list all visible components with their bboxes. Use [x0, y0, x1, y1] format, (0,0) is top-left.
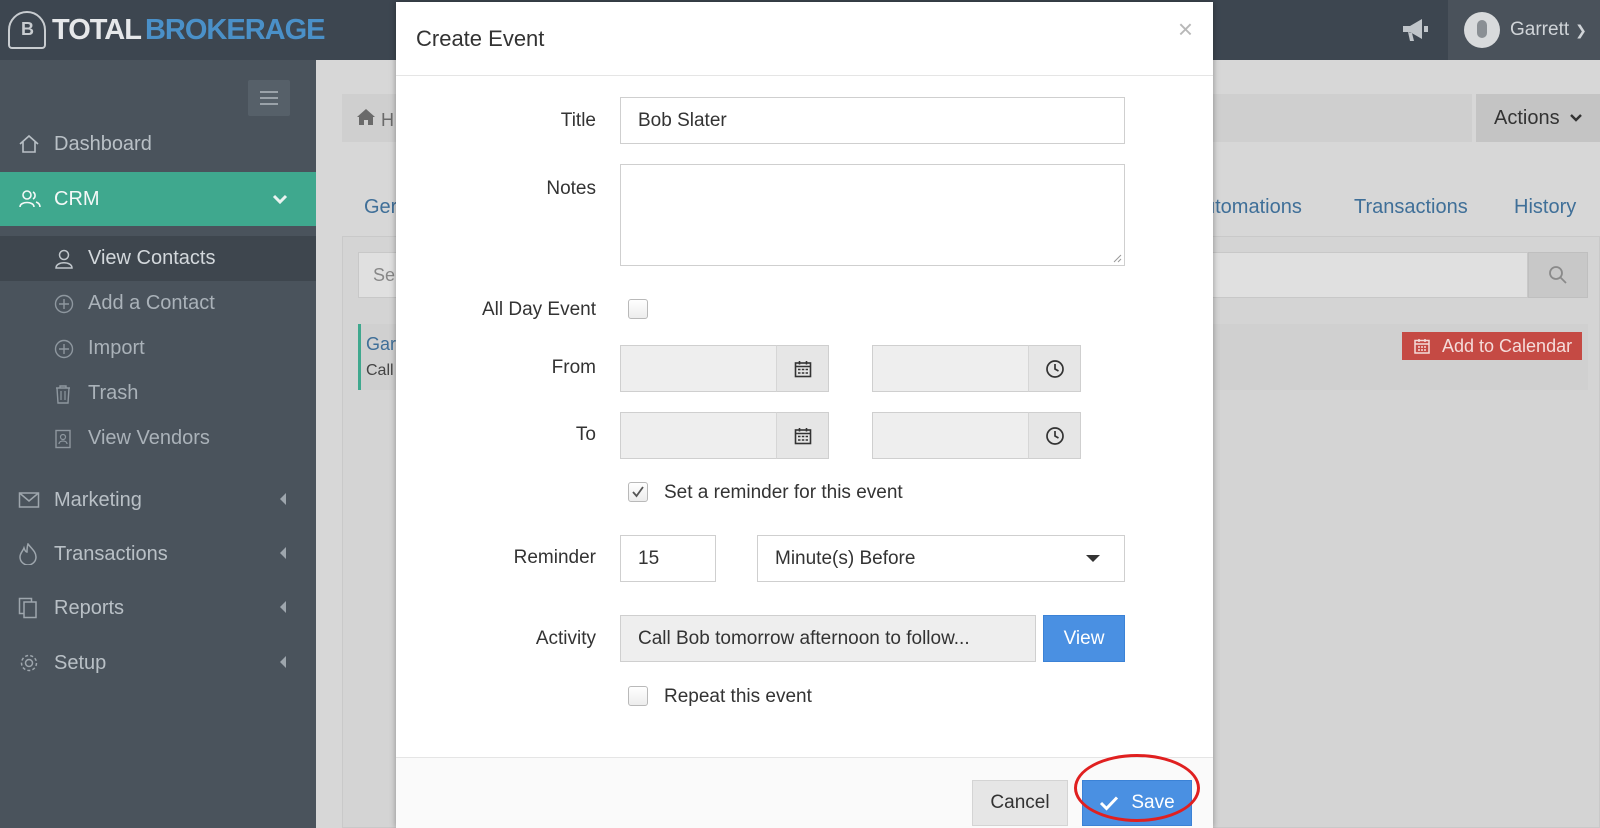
avatar	[1464, 12, 1500, 48]
notes-label: Notes	[546, 178, 596, 199]
breadcrumb-home[interactable]: H	[356, 108, 394, 131]
address-book-icon	[54, 429, 88, 449]
set-reminder-label[interactable]: Set a reminder for this event	[664, 482, 903, 504]
tab-automations[interactable]: utomations	[1204, 196, 1302, 219]
to-date-picker-button[interactable]	[776, 412, 829, 459]
search-icon	[1549, 266, 1567, 284]
actions-dropdown-button[interactable]: Actions	[1476, 94, 1600, 142]
create-event-modal: Create Event × Title Bob Slater Notes Al…	[396, 2, 1213, 828]
activity-contact-name[interactable]: Gar	[366, 334, 396, 355]
modal-header: Create Event ×	[396, 2, 1213, 76]
trash-icon	[54, 384, 88, 404]
resize-handle-icon[interactable]	[1112, 253, 1122, 263]
clock-icon	[1045, 359, 1064, 378]
reminder-amount-input[interactable]: 15	[620, 535, 716, 582]
set-reminder-checkbox[interactable]	[628, 482, 648, 502]
tab-general[interactable]: Ger	[364, 196, 397, 219]
home-icon	[357, 109, 375, 125]
reminder-unit-select[interactable]: Minute(s) Before	[757, 535, 1125, 582]
title-input[interactable]: Bob Slater	[620, 97, 1125, 144]
sidebar-item-setup[interactable]: Setup	[0, 636, 316, 690]
checkmark-icon	[632, 486, 644, 498]
save-highlight-annotation	[1074, 754, 1200, 822]
to-time-picker-button[interactable]	[1028, 412, 1081, 459]
caret-down-icon	[1086, 555, 1100, 562]
chevron-left-icon	[278, 655, 288, 672]
from-date-input[interactable]	[620, 345, 777, 392]
brand-name-part1: TOTAL	[52, 13, 142, 46]
brand-name-part2: BROKERAGE	[144, 13, 326, 46]
sidebar-item-view-contacts[interactable]: View Contacts	[0, 236, 316, 281]
notes-textarea[interactable]	[620, 164, 1125, 266]
modal-title: Create Event	[416, 26, 545, 51]
from-label: From	[551, 357, 596, 378]
activity-input: Call Bob tomorrow afternoon to follow...	[620, 615, 1036, 662]
sidebar-item-add-contact[interactable]: Add a Contact	[0, 281, 316, 326]
documents-icon	[18, 597, 48, 619]
from-time-picker-button[interactable]	[1028, 345, 1081, 392]
chevron-left-icon	[278, 600, 288, 617]
close-icon[interactable]: ×	[1178, 16, 1193, 42]
view-activity-button[interactable]: View	[1043, 615, 1125, 662]
user-name: Garrett	[1510, 19, 1570, 40]
cancel-button[interactable]: Cancel	[972, 780, 1068, 826]
chevron-down-icon	[272, 191, 288, 207]
tab-transactions[interactable]: Transactions	[1354, 196, 1468, 219]
chevron-down-icon	[1569, 111, 1582, 125]
user-icon	[54, 249, 88, 269]
to-time-input[interactable]	[872, 412, 1029, 459]
activity-label: Activity	[535, 628, 596, 649]
user-menu[interactable]: Garrett ❯	[1448, 0, 1600, 60]
to-label: To	[575, 424, 596, 445]
plus-circle-icon	[54, 294, 88, 314]
repeat-event-label[interactable]: Repeat this event	[664, 686, 812, 708]
house-logo-icon: B	[8, 11, 46, 49]
calendar-icon	[794, 360, 811, 377]
plus-circle-icon	[54, 339, 88, 359]
sidebar-item-dashboard[interactable]: Dashboard	[0, 117, 316, 171]
users-icon	[18, 189, 48, 209]
activity-description: Call	[366, 362, 394, 379]
sidebar-item-trash[interactable]: Trash	[0, 371, 316, 416]
all-day-label: All Day Event	[481, 299, 596, 320]
clock-icon	[1045, 426, 1064, 445]
from-time-input[interactable]	[872, 345, 1029, 392]
sidebar-item-view-vendors[interactable]: View Vendors	[0, 416, 316, 461]
chevron-left-icon	[278, 546, 288, 563]
to-date-input[interactable]	[620, 412, 777, 459]
chevron-down-icon: ❯	[1575, 21, 1587, 38]
add-to-calendar-button[interactable]: Add to Calendar	[1402, 332, 1582, 360]
reminder-label: Reminder	[513, 547, 596, 568]
search-button[interactable]	[1528, 252, 1588, 298]
sidebar-item-import[interactable]: Import	[0, 326, 316, 371]
tab-history[interactable]: History	[1514, 196, 1576, 219]
sidebar-item-crm[interactable]: CRM	[0, 172, 316, 226]
from-date-picker-button[interactable]	[776, 345, 829, 392]
envelope-icon	[18, 491, 48, 509]
menu-toggle-button[interactable]	[248, 80, 290, 116]
repeat-event-checkbox[interactable]	[628, 686, 648, 706]
sidebar-item-transactions[interactable]: Transactions	[0, 527, 316, 581]
gear-icon	[18, 652, 48, 674]
brand-logo[interactable]: B TOTAL BROKERAGE	[8, 10, 326, 50]
sidebar-item-marketing[interactable]: Marketing	[0, 473, 316, 527]
all-day-checkbox[interactable]	[628, 299, 648, 319]
fire-icon	[18, 543, 48, 565]
home-icon	[18, 134, 48, 154]
calendar-icon	[1414, 338, 1430, 354]
megaphone-icon[interactable]	[1400, 16, 1430, 44]
chevron-left-icon	[278, 492, 288, 509]
sidebar-item-reports[interactable]: Reports	[0, 581, 316, 635]
calendar-icon	[794, 427, 811, 444]
title-label: Title	[560, 110, 596, 131]
